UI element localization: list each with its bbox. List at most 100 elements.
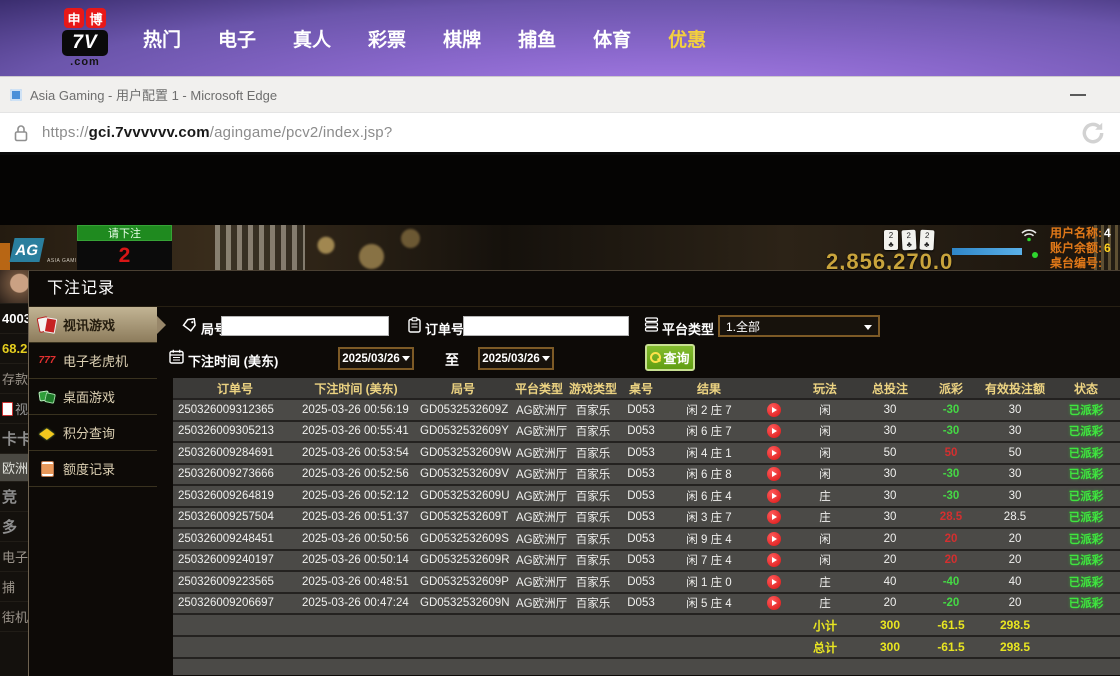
cell-result: 闲 2 庄 7 bbox=[663, 399, 755, 421]
sidebar-item-label: 积分查询 bbox=[63, 423, 115, 442]
cell-status: 已派彩 bbox=[1051, 464, 1120, 486]
cell-status: 已派彩 bbox=[1051, 528, 1120, 550]
replay-play-button[interactable] bbox=[767, 424, 781, 438]
cell-bet: 40 bbox=[857, 571, 923, 593]
cell-table: D053 bbox=[619, 528, 663, 550]
subtotal-label: 小计 bbox=[793, 614, 857, 636]
cell-payout: -20 bbox=[923, 593, 979, 615]
cell-valid: 20 bbox=[979, 550, 1051, 572]
replay-cell bbox=[755, 442, 793, 464]
nav-item-棋牌[interactable]: 棋牌 bbox=[443, 25, 481, 52]
cell-game: 百家乐 bbox=[567, 593, 619, 615]
sidebar-item-积分查询[interactable]: 积分查询 bbox=[29, 415, 157, 451]
bet-record-row: 2503260092401972025-03-26 00:50:14GD0532… bbox=[173, 550, 1120, 572]
order-input[interactable] bbox=[463, 316, 629, 336]
video-games-cards-icon bbox=[37, 316, 57, 333]
nav-item-热门[interactable]: 热门 bbox=[143, 25, 181, 52]
cell-payout: -30 bbox=[923, 399, 979, 421]
nav-item-彩票[interactable]: 彩票 bbox=[368, 25, 406, 52]
cell-order: 250326009273666 bbox=[173, 464, 297, 486]
site-logo[interactable]: 申 博 7V .com bbox=[62, 8, 108, 68]
platform-type-select[interactable]: 1.全部 bbox=[718, 315, 880, 337]
cell-valid: 30 bbox=[979, 485, 1051, 507]
cell-status: 已派彩 bbox=[1051, 485, 1120, 507]
left-strip-fragment: 电子 bbox=[0, 542, 28, 572]
cell-valid: 40 bbox=[979, 571, 1051, 593]
nav-item-体育[interactable]: 体育 bbox=[593, 25, 631, 52]
cell-valid: 20 bbox=[979, 528, 1051, 550]
curtain-decor bbox=[215, 225, 305, 270]
bet-time-label: 下注时间 (美东) bbox=[188, 351, 278, 370]
ag-logo: AG bbox=[9, 238, 44, 262]
total-payout: -61.5 bbox=[923, 636, 979, 658]
platform-type-value: 1.全部 bbox=[726, 318, 760, 335]
logo-com: .com bbox=[70, 56, 100, 68]
nav-item-电子[interactable]: 电子 bbox=[218, 25, 256, 52]
cell-game: 百家乐 bbox=[567, 507, 619, 529]
window-title: Asia Gaming - 用户配置 1 - Microsoft Edge bbox=[30, 85, 277, 104]
date-from-picker[interactable]: 2025/03/26 bbox=[338, 347, 414, 370]
nav-item-优惠[interactable]: 优惠 bbox=[668, 25, 706, 52]
replay-play-button[interactable] bbox=[767, 489, 781, 503]
panel-main: 局号 订单号 平台类型 1.全部 bbox=[157, 307, 1120, 675]
url-host: gci.7vvvvvv.com bbox=[89, 124, 210, 141]
edge-tab-favicon bbox=[10, 89, 22, 101]
cell-order: 250326009257504 bbox=[173, 507, 297, 529]
replay-play-button[interactable] bbox=[767, 575, 781, 589]
cell-bet: 30 bbox=[857, 399, 923, 421]
cell-play_type: 庄 bbox=[793, 485, 857, 507]
cell-platform: AG欧洲厅 bbox=[511, 507, 567, 529]
left-strip-fragment: 68.2 bbox=[0, 334, 28, 364]
left-strip-fragment: 4003 bbox=[0, 304, 28, 334]
bet-record-row: 2503260093123652025-03-26 00:56:19GD0532… bbox=[173, 399, 1120, 421]
cell-time: 2025-03-26 00:51:37 bbox=[297, 507, 415, 529]
minimize-button[interactable] bbox=[1070, 94, 1086, 96]
nav-item-真人[interactable]: 真人 bbox=[293, 25, 331, 52]
replay-play-button[interactable] bbox=[767, 467, 781, 481]
query-button[interactable]: 查询 bbox=[645, 344, 695, 371]
order-label: 订单号 bbox=[425, 319, 464, 338]
replay-play-button[interactable] bbox=[767, 510, 781, 524]
cell-payout: 20 bbox=[923, 550, 979, 572]
total-total-bet: 300 bbox=[857, 636, 923, 658]
replay-play-button[interactable] bbox=[767, 532, 781, 546]
bet-record-row: 2503260092575042025-03-26 00:51:37GD0532… bbox=[173, 507, 1120, 529]
sidebar-item-视讯游戏[interactable]: 视讯游戏 bbox=[29, 307, 157, 343]
progress-bar-decor bbox=[952, 248, 1022, 255]
replay-play-button[interactable] bbox=[767, 403, 781, 417]
window-titlebar: Asia Gaming - 用户配置 1 - Microsoft Edge bbox=[0, 76, 1120, 112]
cell-table: D053 bbox=[619, 571, 663, 593]
platform-type-label: 平台类型 bbox=[662, 319, 714, 338]
cell-payout: -30 bbox=[923, 485, 979, 507]
slot-777-icon bbox=[37, 352, 57, 369]
cell-valid: 20 bbox=[979, 593, 1051, 615]
cell-round: GD0532532609V bbox=[415, 464, 511, 486]
cell-platform: AG欧洲厅 bbox=[511, 593, 567, 615]
replay-play-button[interactable] bbox=[767, 446, 781, 460]
replay-play-button[interactable] bbox=[767, 553, 781, 567]
sidebar-item-电子老虎机[interactable]: 电子老虎机 bbox=[29, 343, 157, 379]
cell-payout: -30 bbox=[923, 421, 979, 443]
cell-bet: 20 bbox=[857, 550, 923, 572]
replay-play-button[interactable] bbox=[767, 596, 781, 610]
spacer-cell bbox=[1051, 636, 1120, 658]
cell-table: D053 bbox=[619, 421, 663, 443]
column-header: 桌号 bbox=[619, 378, 663, 399]
cell-order: 250326009206697 bbox=[173, 593, 297, 615]
sidebar-item-桌面游戏[interactable]: 桌面游戏 bbox=[29, 379, 157, 415]
player-cards: 2 ♣2 ♣2 ♣ bbox=[884, 230, 934, 250]
round-input[interactable] bbox=[221, 316, 389, 336]
cell-play_type: 庄 bbox=[793, 593, 857, 615]
cell-bet: 30 bbox=[857, 464, 923, 486]
sidebar-item-额度记录[interactable]: 额度记录 bbox=[29, 451, 157, 487]
column-header: 订单号 bbox=[173, 378, 297, 399]
nav-item-捕鱼[interactable]: 捕鱼 bbox=[518, 25, 556, 52]
url-text[interactable]: https://gci.7vvvvvv.com/agingame/pcv2/in… bbox=[42, 124, 392, 141]
cell-round: GD0532532609T bbox=[415, 507, 511, 529]
date-to-picker[interactable]: 2025/03/26 bbox=[478, 347, 554, 370]
cell-table: D053 bbox=[619, 485, 663, 507]
logo-7v: 7V bbox=[62, 30, 108, 56]
cell-round: GD0532532609Y bbox=[415, 421, 511, 443]
cell-order: 250326009305213 bbox=[173, 421, 297, 443]
refresh-icon[interactable] bbox=[1080, 120, 1106, 146]
